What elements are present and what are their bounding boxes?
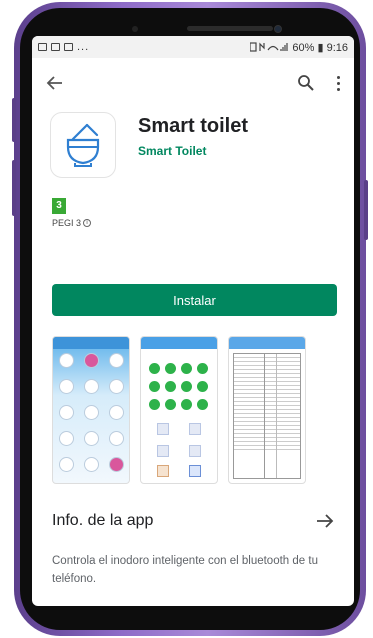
message-notification-icon [51,43,60,51]
arrow-right-icon[interactable] [316,514,334,528]
function-table [233,353,301,479]
green-control [181,363,192,374]
feature-circle [84,431,99,446]
earpiece-speaker [187,26,273,31]
feature-circle [109,431,124,446]
feature-circle [109,379,124,394]
app-icon [50,112,116,178]
green-control [197,381,208,392]
status-right: 60% ▮ 9:16 [250,41,348,54]
developer-link[interactable]: Smart Toilet [138,144,248,158]
function-tile [189,465,201,477]
feature-circle [59,405,74,420]
volume-button [12,98,16,142]
toilet-logo [66,123,100,167]
feature-circle [84,405,99,420]
pegi-label: PEGI 3 [52,218,82,228]
feature-circle [59,379,74,394]
feature-circle [109,405,124,420]
app-bar [32,58,354,108]
screenshot-3[interactable] [228,336,306,484]
function-tile [157,445,169,457]
screenshot-3-header [229,337,305,349]
green-control [181,399,192,410]
green-control [165,363,176,374]
info-icon[interactable]: i [83,219,92,227]
status-left: ... [38,41,89,53]
pegi-badge: 3 [52,198,66,214]
app-meta: Smart toilet Smart Toilet [138,112,248,178]
status-bar: ... 60% ▮ 9:16 [32,36,354,58]
install-button[interactable]: Instalar [52,284,337,316]
app-header: Smart toilet Smart Toilet [32,108,354,178]
feature-circle [59,457,74,472]
content-rating: 3 PEGI 3 i [32,178,354,228]
app-bar-actions [297,74,340,92]
screenshot-1[interactable] [52,336,130,484]
gallery-notification-icon [38,43,47,51]
green-control [165,399,176,410]
search-icon[interactable] [297,74,315,92]
green-control [149,363,160,374]
green-control [149,381,160,392]
screenshot-1-header [53,337,129,349]
more-vert-icon[interactable] [337,75,340,91]
green-control [197,363,208,374]
app-notification-icon [64,43,73,51]
feature-circle [84,379,99,394]
app-info-row[interactable]: Info. de la app [52,512,334,530]
app-title: Smart toilet [138,115,249,137]
feature-circle [109,353,124,368]
feature-circle [109,457,124,472]
battery-and-time: 60% ▮ 9:16 [292,41,348,54]
app-info-title: Info. de la app [52,512,154,529]
screenshot-2-header [141,337,217,349]
function-tile [189,423,201,435]
function-tile [189,445,201,457]
front-camera [274,25,282,33]
status-icons [250,42,289,52]
green-control [149,399,160,410]
proximity-sensor [132,26,138,32]
screenshot-2[interactable] [140,336,218,484]
function-tile [157,465,169,477]
power-button [364,180,368,240]
feature-circle [59,353,74,368]
feature-circle [84,457,99,472]
bixby-button [12,160,16,216]
screen: ... 60% ▮ 9:16 Smart toilet Smart Toilet… [32,36,354,606]
feature-circle [84,353,99,368]
green-control [197,399,208,410]
app-description: Controla el inodoro inteligente con el b… [52,555,318,585]
pegi-label-row[interactable]: PEGI 3 i [52,218,354,228]
back-arrow-icon[interactable] [46,74,64,92]
screenshot-carousel[interactable] [52,336,306,484]
green-control [181,381,192,392]
function-tile [157,423,169,435]
green-control [165,381,176,392]
feature-circle [59,431,74,446]
more-notifications: ... [77,41,90,53]
